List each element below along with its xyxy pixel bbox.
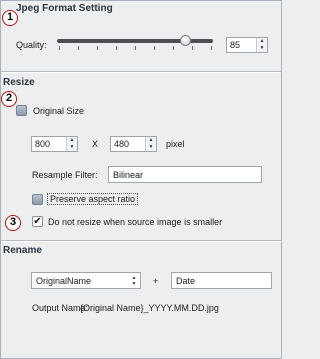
name-part-value[interactable]: OriginalName — [32, 273, 128, 288]
quality-spinner[interactable]: 85 ▲ ▼ — [226, 37, 268, 53]
original-size-label[interactable]: Original Size — [33, 106, 84, 116]
slider-tick — [173, 46, 174, 50]
slider-tick — [97, 46, 98, 50]
slider-tick — [192, 46, 193, 50]
suffix-field[interactable]: Date — [171, 272, 272, 289]
step-badge-3: 3 — [5, 215, 21, 231]
divider-highlight — [1, 241, 281, 242]
resample-filter-label: Resample Filter: — [32, 170, 98, 180]
slider-tick — [59, 46, 60, 50]
slider-tick — [78, 46, 79, 50]
name-part-select[interactable]: OriginalName ▲ ▼ — [31, 272, 141, 289]
slider-tick — [116, 46, 117, 50]
height-value[interactable]: 480 — [111, 137, 145, 151]
rename-section-title: Rename — [3, 245, 42, 256]
preserve-aspect-label[interactable]: Preserve aspect ratio — [47, 193, 139, 205]
height-spinner[interactable]: 480 ▲ ▼ — [110, 136, 157, 152]
spin-up-icon[interactable]: ▲ — [67, 137, 77, 144]
quality-slider[interactable] — [57, 33, 213, 53]
plus-label: + — [153, 276, 159, 286]
combo-arrows[interactable]: ▲ ▼ — [128, 273, 140, 288]
spinner-arrows[interactable]: ▲ ▼ — [145, 137, 156, 151]
quality-label: Quality: — [16, 40, 47, 50]
no-resize-checkbox[interactable]: ✔ — [32, 216, 43, 227]
spin-down-icon[interactable]: ▼ — [67, 144, 77, 151]
preserve-aspect-checkbox[interactable] — [32, 194, 43, 205]
spin-up-icon[interactable]: ▲ — [146, 137, 156, 144]
resample-filter-select[interactable]: Bilinear — [108, 166, 262, 183]
unit-label: pixel — [166, 139, 185, 149]
step-badge-1: 1 — [2, 10, 18, 26]
no-resize-label[interactable]: Do not resize when source image is small… — [48, 217, 222, 227]
step-badge-2: 2 — [1, 91, 17, 107]
slider-thumb[interactable] — [180, 35, 191, 46]
spin-down-icon[interactable]: ▼ — [257, 45, 267, 52]
spin-down-icon[interactable]: ▼ — [132, 281, 137, 287]
jpeg-section-title: Jpeg Format Setting — [16, 3, 113, 14]
spin-down-icon[interactable]: ▼ — [146, 144, 156, 151]
dimension-separator: X — [92, 139, 99, 149]
output-name-value: {Original Name}_YYYY.MM.DD.jpg — [80, 303, 219, 313]
slider-tick — [211, 46, 212, 50]
quality-value[interactable]: 85 — [227, 38, 256, 52]
divider-highlight — [1, 72, 281, 73]
width-spinner[interactable]: 800 ▲ ▼ — [31, 136, 78, 152]
width-value[interactable]: 800 — [32, 137, 66, 151]
spinner-arrows[interactable]: ▲ ▼ — [256, 38, 267, 52]
spinner-arrows[interactable]: ▲ ▼ — [66, 137, 77, 151]
slider-tick — [154, 46, 155, 50]
slider-tick — [135, 46, 136, 50]
original-size-checkbox[interactable] — [16, 105, 27, 116]
spin-up-icon[interactable]: ▲ — [257, 38, 267, 45]
resize-section-title: Resize — [3, 77, 35, 88]
